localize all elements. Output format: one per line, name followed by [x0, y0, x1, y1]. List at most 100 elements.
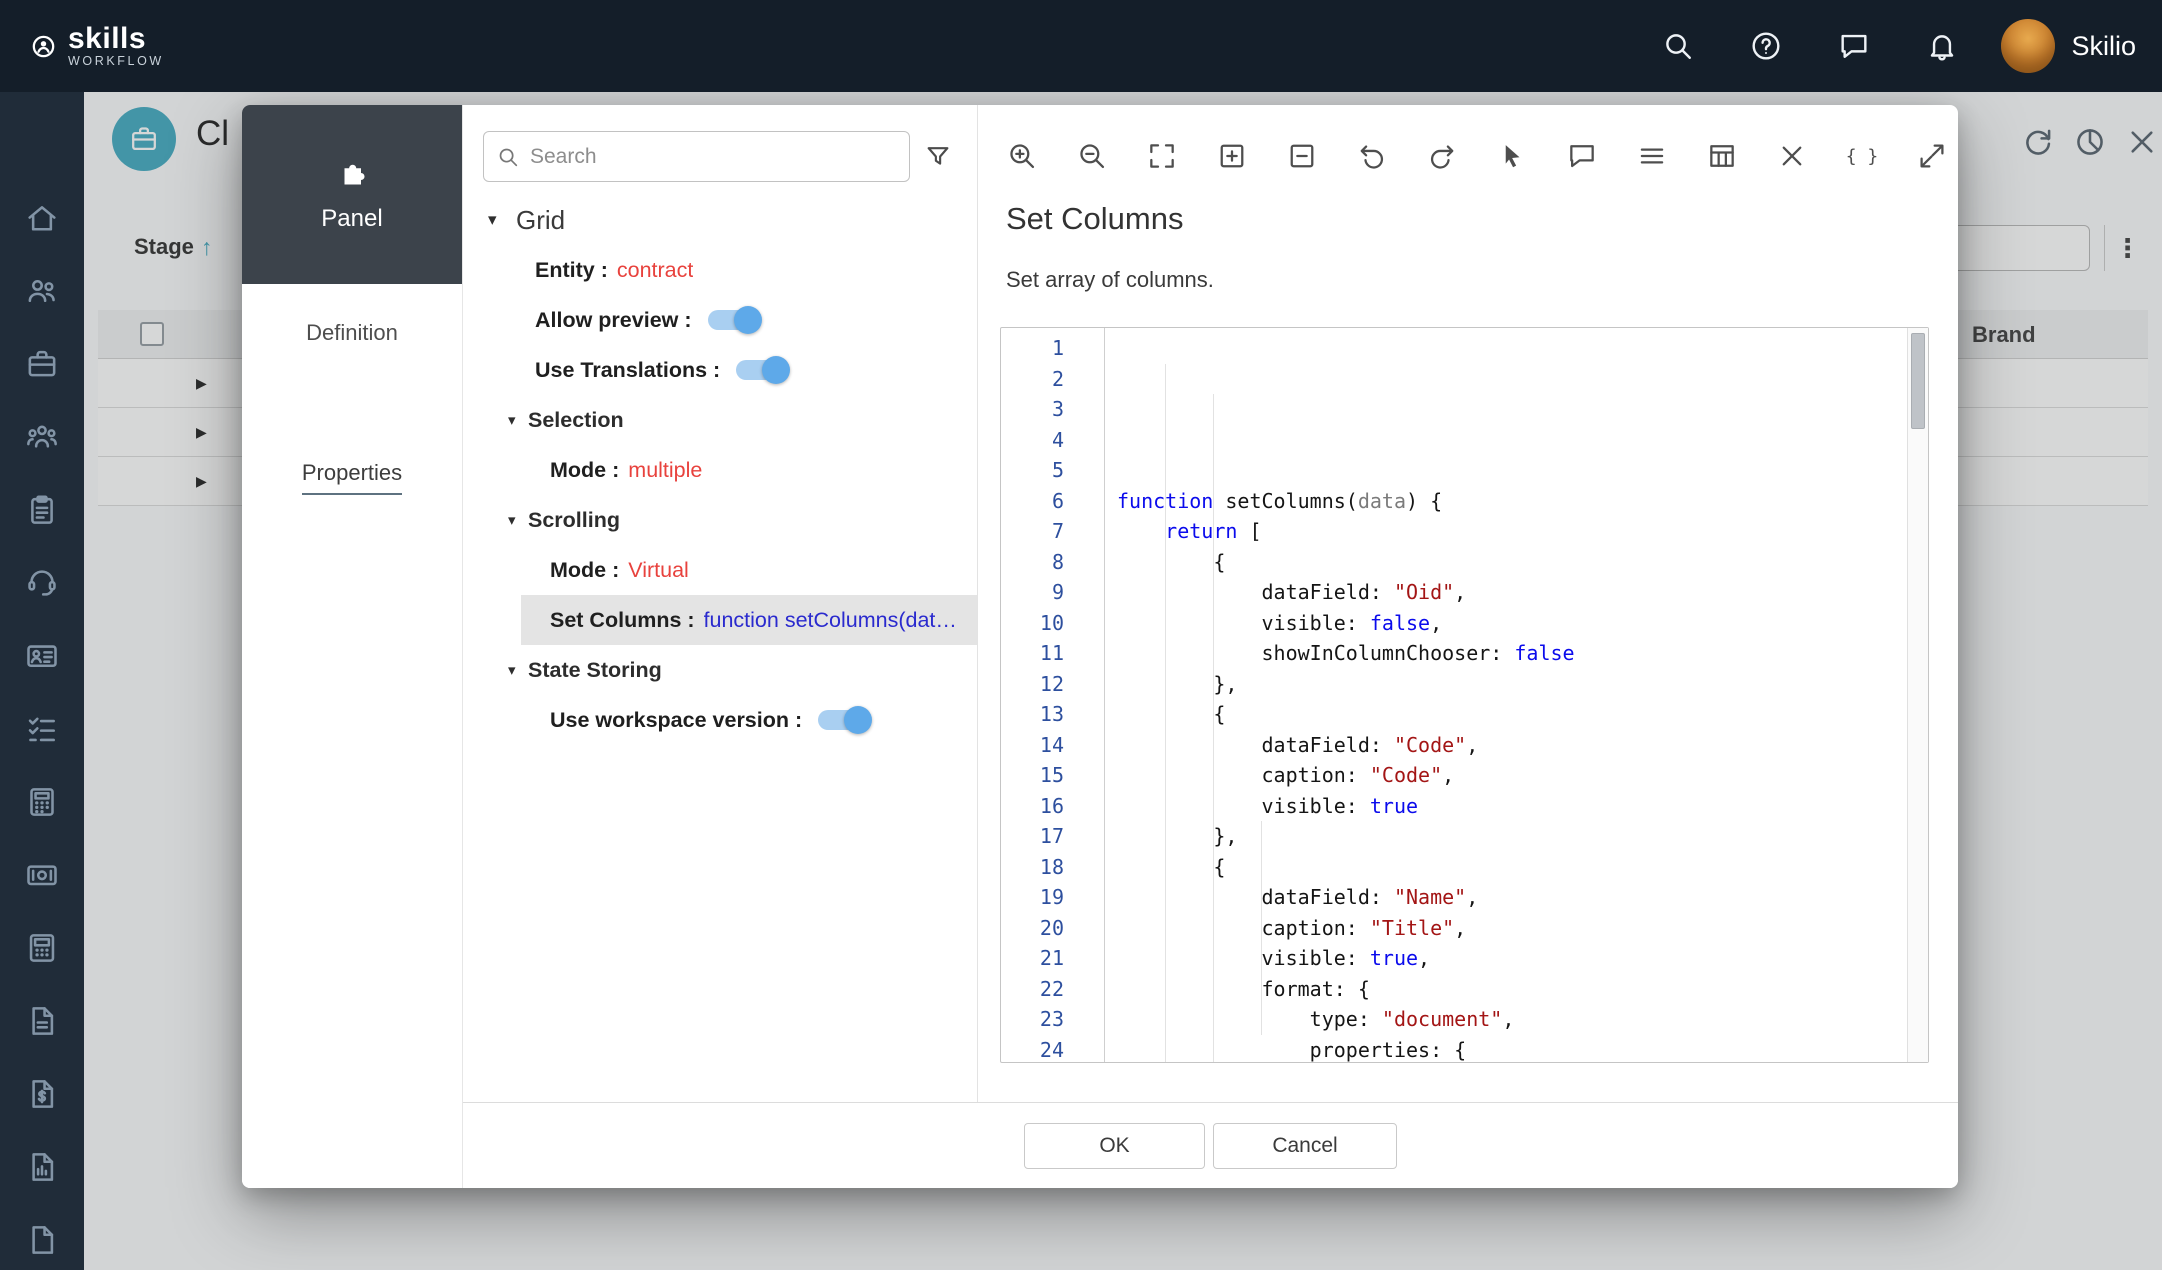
expand-icon[interactable] [1914, 138, 1950, 174]
line-number: 1 [1001, 333, 1064, 364]
tree-search[interactable] [483, 131, 910, 182]
remove-box-icon[interactable] [1284, 138, 1320, 174]
tree-item-value: Virtual [628, 558, 689, 583]
sidebar-item-file-icon[interactable] [24, 1222, 60, 1258]
table-icon[interactable] [1704, 138, 1740, 174]
tab-definition[interactable]: Definition [242, 297, 462, 369]
user-name[interactable]: Skilio [2071, 31, 2136, 62]
notifications-icon[interactable] [1925, 29, 1959, 63]
clear-icon[interactable] [1774, 138, 1810, 174]
app-logo[interactable]: skills WORKFLOW [30, 25, 164, 68]
sidebar-item-people-icon[interactable] [24, 273, 60, 309]
collapse-arrow-icon[interactable]: ▾ [508, 411, 528, 429]
user-avatar[interactable] [2001, 19, 2055, 73]
sidebar-item-clipboard-icon[interactable] [24, 492, 60, 528]
toggle-allow-preview[interactable] [708, 310, 758, 330]
tree-item-set-columns[interactable]: Set Columns : function setColumns(dat… [521, 595, 977, 645]
tree-item-label: Set Columns : [550, 608, 695, 633]
redo-icon[interactable] [1424, 138, 1460, 174]
topbar: skills WORKFLOW Skilio [0, 0, 2162, 92]
property-tree: Entity :contractAllow preview : Use Trans… [463, 245, 977, 745]
fit-screen-icon[interactable] [1144, 138, 1180, 174]
editor-pane: { } Set Columns Set array of columns. 12… [978, 105, 1958, 1102]
panel-settings-dialog: Panel Definition Properties ▾ Grid Entity… [242, 105, 1958, 1188]
panel-title: Panel [321, 205, 382, 233]
sidebar-item-report-icon[interactable] [24, 1149, 60, 1185]
line-numbers: 123456789101112131415161718192021222324 [1001, 328, 1105, 1062]
editor-scrollbar[interactable] [1907, 328, 1928, 1062]
code-line: properties: { [1117, 1035, 1904, 1063]
tab-label: Definition [306, 320, 398, 346]
tree-item-label: Mode : [550, 458, 619, 483]
line-number: 19 [1001, 882, 1064, 913]
tab-label: Properties [302, 460, 402, 495]
sidebar-item-groups-icon[interactable] [24, 419, 60, 455]
braces-icon[interactable]: { } [1844, 138, 1880, 174]
tree-item-entity[interactable]: Entity :contract [463, 245, 977, 295]
cancel-button[interactable]: Cancel [1213, 1123, 1397, 1169]
search-icon[interactable] [1661, 29, 1695, 63]
toggle-use-translations[interactable] [736, 360, 786, 380]
line-number: 10 [1001, 608, 1064, 639]
add-box-icon[interactable] [1214, 138, 1250, 174]
toggle-use-workspace-version[interactable] [818, 710, 868, 730]
zoom-out-icon[interactable] [1074, 138, 1110, 174]
filter-button[interactable] [914, 133, 962, 181]
sidebar-item-billing-icon[interactable] [24, 857, 60, 893]
code-content[interactable]: function setColumns(data) { return [ { d… [1105, 328, 1928, 1062]
code-line: visible: false, [1117, 608, 1904, 639]
line-number: 17 [1001, 821, 1064, 852]
tree-root-grid[interactable]: ▾ Grid [463, 195, 977, 245]
tree-group-state-storing[interactable]: ▾State Storing [463, 645, 977, 695]
sidebar-item-idcard-icon[interactable] [24, 638, 60, 674]
zoom-in-icon[interactable] [1004, 138, 1040, 174]
line-number: 9 [1001, 577, 1064, 608]
tree-search-input[interactable] [530, 145, 897, 169]
toggle-knob [844, 706, 872, 734]
sidebar-item-terminal-icon[interactable] [24, 930, 60, 966]
line-number: 5 [1001, 455, 1064, 486]
tree-group-selection[interactable]: ▾Selection [463, 395, 977, 445]
tree-item-allow-preview[interactable]: Allow preview : [463, 295, 977, 345]
tree-item-mode[interactable]: Mode : multiple [463, 445, 977, 495]
code-line: { [1117, 699, 1904, 730]
tree-item-use-translations[interactable]: Use Translations : [463, 345, 977, 395]
sidebar-item-home-icon[interactable] [24, 200, 60, 236]
collapse-arrow-icon[interactable]: ▾ [508, 661, 528, 679]
sidebar-item-invoice-icon[interactable] [24, 1076, 60, 1112]
tree-item-label: Use Translations : [535, 358, 720, 383]
comment-icon[interactable] [1564, 138, 1600, 174]
toggle-knob [734, 306, 762, 334]
sidebar-item-agent-icon[interactable] [24, 565, 60, 601]
tree-item-value: multiple [628, 458, 702, 483]
help-icon[interactable] [1749, 29, 1783, 63]
logo-icon [30, 33, 57, 60]
panel-tabs: Definition Properties [242, 297, 462, 513]
sidebar-item-document-icon[interactable] [24, 1003, 60, 1039]
sidebar-item-checklist-icon[interactable] [24, 711, 60, 747]
tab-properties[interactable]: Properties [242, 441, 462, 513]
code-editor[interactable]: 123456789101112131415161718192021222324 … [1000, 327, 1929, 1063]
code-line: caption: "Code", [1117, 760, 1904, 791]
line-number: 20 [1001, 913, 1064, 944]
line-number: 6 [1001, 486, 1064, 517]
ok-button[interactable]: OK [1024, 1123, 1205, 1169]
scrollbar-thumb[interactable] [1911, 333, 1925, 429]
sidebar-item-briefcase-icon[interactable] [24, 346, 60, 382]
undo-icon[interactable] [1354, 138, 1390, 174]
collapse-arrow-icon[interactable]: ▾ [488, 210, 510, 230]
list-icon[interactable] [1634, 138, 1670, 174]
code-line: format: { [1117, 974, 1904, 1005]
chat-icon[interactable] [1837, 29, 1871, 63]
svg-text:{ }: { } [1846, 146, 1878, 167]
tree-group-scrolling[interactable]: ▾Scrolling [463, 495, 977, 545]
pointer-icon[interactable] [1494, 138, 1530, 174]
tree-item-mode[interactable]: Mode :Virtual [463, 545, 977, 595]
tree-item-use-workspace-version[interactable]: Use workspace version : [463, 695, 977, 745]
tree-item-value: function setColumns(dat… [704, 608, 957, 633]
collapse-arrow-icon[interactable]: ▾ [508, 511, 528, 529]
sidebar-item-calculator-icon[interactable] [24, 784, 60, 820]
line-number: 12 [1001, 669, 1064, 700]
puzzle-icon [334, 156, 370, 192]
code-line: dataField: "Oid", [1117, 577, 1904, 608]
